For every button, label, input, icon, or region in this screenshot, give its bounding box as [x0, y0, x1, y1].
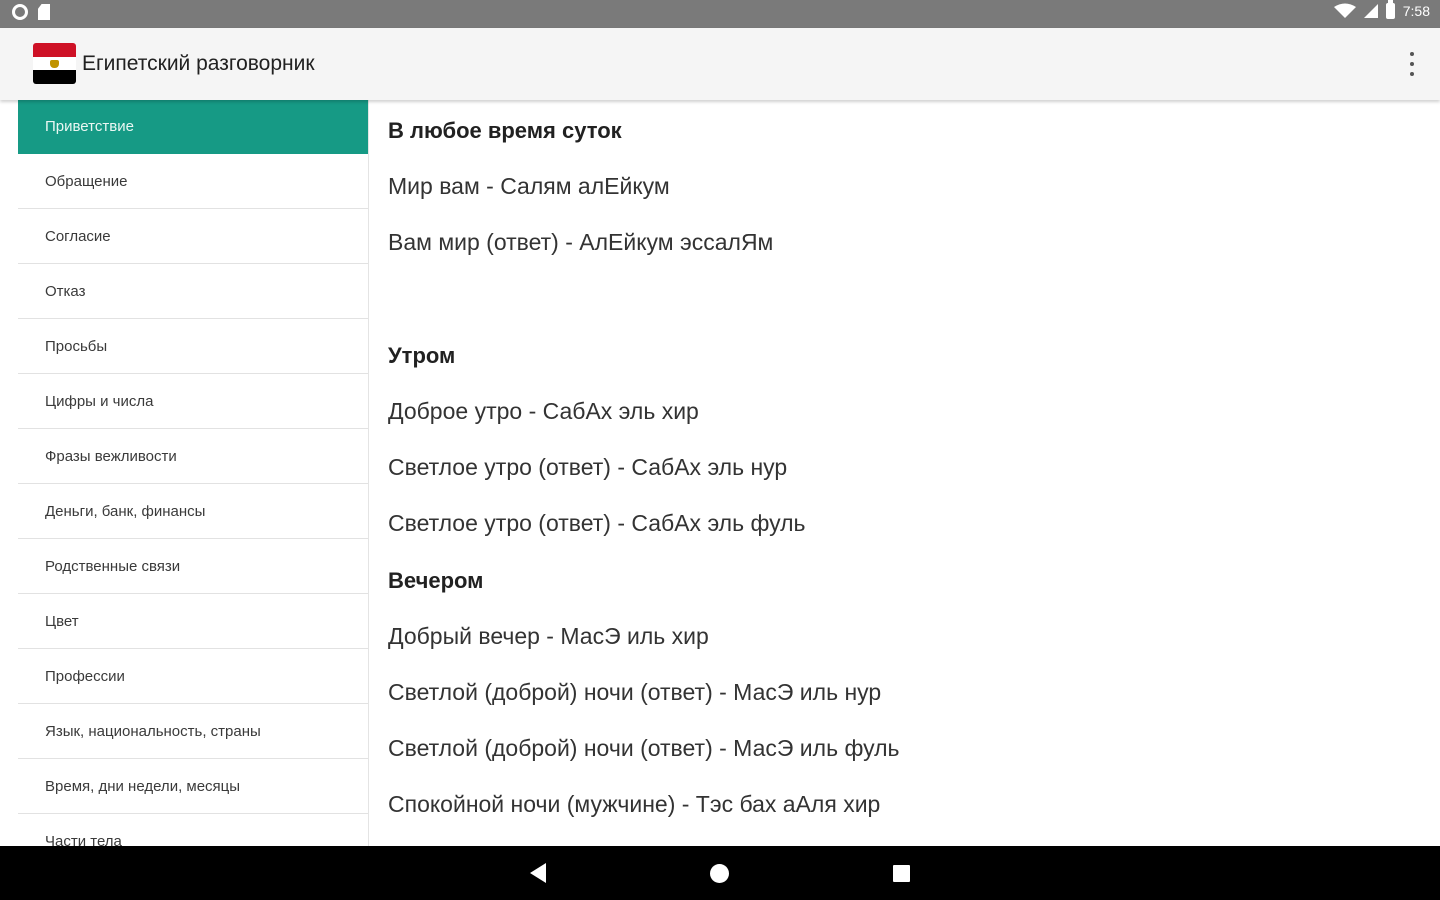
home-icon[interactable] [710, 864, 729, 883]
phrase-item[interactable]: Светлое утро (ответ) - СабАх эль нур [388, 454, 787, 481]
phrase-list: В любое время суток Мир вам - Салям алЕйк… [369, 100, 1440, 846]
recents-icon[interactable] [893, 865, 910, 882]
sidebar-item[interactable]: Цифры и числа [18, 375, 368, 429]
navigation-bar [0, 846, 1440, 900]
section-heading: Вечером [388, 568, 484, 593]
status-time: 7:58 [1402, 3, 1430, 19]
egypt-flag-icon [33, 43, 76, 84]
sidebar-item[interactable]: Согласие [18, 210, 368, 264]
phrase-item[interactable]: Светлое утро (ответ) - СабАх эль фуль [388, 510, 806, 537]
app-bar: Египетский разговорник [0, 28, 1440, 100]
signal-icon [1363, 4, 1378, 18]
phrase-item[interactable]: Мир вам - Салям алЕйкум [388, 173, 670, 200]
sidebar-item[interactable]: Деньги, банк, финансы [18, 485, 368, 539]
phrase-item[interactable]: Доброе утро - СабАх эль хир [388, 398, 699, 425]
phrase-item[interactable]: Светлой (доброй) ночи (ответ) - МасЭ иль… [388, 679, 881, 706]
sidebar-item[interactable]: Родственные связи [18, 540, 368, 594]
sidebar-item[interactable]: Время, дни недели, месяцы [18, 760, 368, 814]
phrase-item[interactable]: Спокойной ночи (мужчине) - Тэс бах аАля … [388, 791, 880, 818]
phrase-item[interactable]: Светлой (доброй) ночи (ответ) - МасЭ иль… [388, 735, 900, 762]
more-vert-icon[interactable] [1406, 52, 1418, 76]
category-list: Приветствие Обращение Согласие Отказ Просьбы… [0, 100, 369, 846]
sidebar-item[interactable]: Обращение [18, 155, 368, 209]
back-icon[interactable] [530, 863, 546, 883]
sidebar-item[interactable]: Цвет [18, 595, 368, 649]
section-heading: В любое время суток [388, 118, 622, 143]
wifi-icon [1333, 3, 1356, 18]
section-heading: Утром [388, 343, 456, 368]
sidebar-item[interactable]: Части тела [18, 815, 368, 846]
sidebar-item[interactable]: Язык, национальность, страны [18, 705, 368, 759]
sidebar-item[interactable]: Отказ [18, 265, 368, 319]
sd-card-icon [38, 4, 50, 20]
sidebar-item[interactable]: Профессии [18, 650, 368, 704]
phrase-item[interactable]: Добрый вечер - МасЭ иль хир [388, 623, 709, 650]
sidebar-item[interactable]: Просьбы [18, 320, 368, 374]
battery-icon [1385, 0, 1395, 19]
app-title: Египетский разговорник [82, 52, 315, 75]
phrase-item[interactable]: Вам мир (ответ) - АлЕйкум эссалЯм [388, 229, 773, 256]
status-bar: 7:58 [0, 0, 1440, 28]
sidebar-item[interactable]: Приветствие [18, 100, 368, 154]
sidebar-item[interactable]: Фразы вежливости [18, 430, 368, 484]
settings-icon [12, 4, 28, 20]
